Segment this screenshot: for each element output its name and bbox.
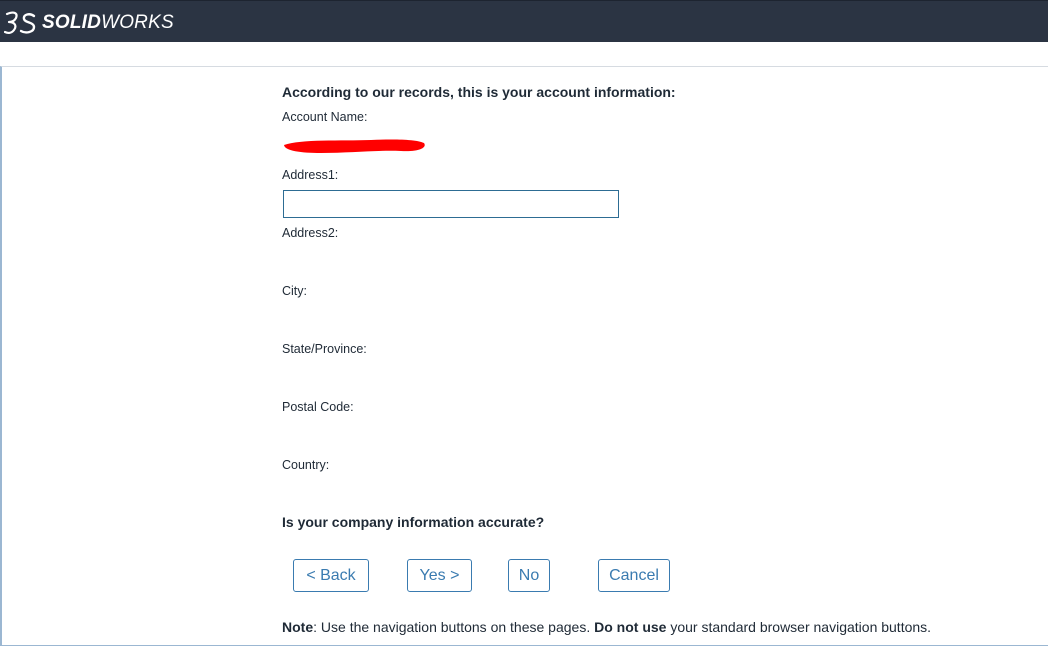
address1-label: Address1: [282, 168, 339, 182]
accuracy-question: Is your company information accurate? [282, 514, 545, 530]
note-text-2: your standard browser navigation buttons… [666, 619, 932, 635]
postal-code-label: Postal Code: [282, 400, 354, 414]
solidworks-logo[interactable]: SOLIDWORKS [4, 10, 174, 36]
back-button[interactable]: < Back [293, 559, 369, 592]
note-emphasis: Do not use [594, 619, 667, 635]
state-province-label: State/Province: [282, 342, 367, 356]
brand-name-bold: SOLID [42, 12, 102, 33]
no-button[interactable]: No [508, 559, 550, 592]
city-label: City: [282, 284, 307, 298]
account-name-label: Account Name: [282, 110, 368, 124]
account-name-redaction [284, 139, 425, 153]
note-label: Note [282, 619, 314, 635]
country-label: Country: [282, 458, 330, 472]
yes-button[interactable]: Yes > [407, 559, 472, 592]
brand-name: SOLIDWORKS [42, 10, 174, 36]
cancel-button[interactable]: Cancel [598, 559, 670, 592]
address2-label: Address2: [282, 226, 339, 240]
account-info-heading: According to our records, this is your a… [282, 84, 676, 100]
note-text-1: : Use the navigation buttons on these pa… [313, 619, 595, 635]
top-bar: SOLIDWORKS [0, 0, 1048, 42]
navigation-note: Note: Use the navigation buttons on thes… [282, 619, 931, 635]
brand-name-light: WORKS [101, 12, 174, 33]
ds-logo-icon [4, 11, 36, 34]
address1-input[interactable] [283, 190, 619, 218]
